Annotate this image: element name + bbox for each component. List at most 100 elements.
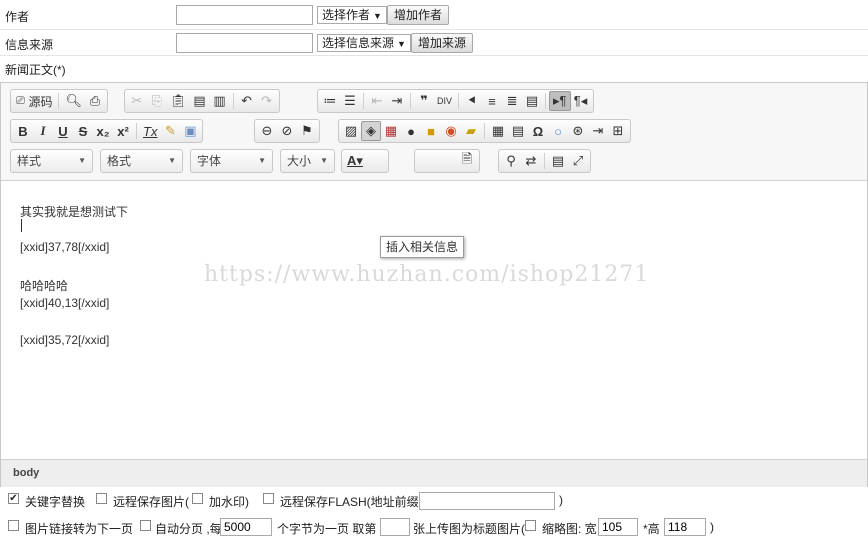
undo-icon[interactable]: ↶ — [237, 91, 257, 111]
separator — [136, 123, 137, 139]
subscript-icon[interactable]: x₂ — [93, 121, 113, 141]
align-left-icon[interactable]: ⯇ — [462, 91, 482, 111]
end-paren-text: ) — [710, 520, 714, 534]
align-justify-icon[interactable]: ▤ — [522, 91, 542, 111]
replace-icon[interactable]: ⇄ — [521, 151, 541, 171]
bulleted-list-icon[interactable]: ☰ — [340, 91, 360, 111]
separator — [545, 93, 547, 109]
text-color-icon[interactable]: A▾ — [344, 151, 366, 171]
element-path-bar: body — [1, 459, 867, 487]
flash-icon[interactable]: ● — [401, 121, 421, 141]
add-author-button[interactable]: 增加作者 — [387, 5, 450, 25]
remove-format-icon[interactable]: Tx — [140, 121, 160, 141]
outdent-icon[interactable]: ⇤ — [367, 91, 387, 111]
code-icon[interactable]: ⊞ — [608, 121, 628, 141]
remote-image-checkbox[interactable] — [96, 493, 107, 504]
remote-image-label: 远程保存图片( — [113, 495, 189, 509]
image-icon[interactable]: ▨ — [341, 121, 361, 141]
source-input[interactable] — [176, 33, 313, 53]
preview-icon[interactable]: 🔍︎ — [62, 91, 85, 111]
div-container-icon[interactable]: DIV — [434, 91, 455, 111]
add-source-button[interactable]: 增加来源 — [411, 33, 474, 53]
insert-related-info-icon[interactable]: ◈ — [361, 121, 381, 141]
italic-icon[interactable]: I — [33, 121, 53, 141]
maximize-mode-icon[interactable] — [417, 151, 437, 171]
source-select[interactable]: 选择信息来源 ▼ — [317, 34, 411, 52]
form-icon[interactable]: ▦ — [381, 121, 401, 141]
redo-icon[interactable]: ↷ — [257, 91, 277, 111]
align-right-icon[interactable]: ≣ — [502, 91, 522, 111]
align-center-icon[interactable]: ≡ — [482, 91, 502, 111]
chevron-down-icon: ▼ — [258, 156, 266, 165]
size-combo-label: 大小 — [287, 154, 312, 168]
link-next-page-label: 图片链接转为下一页 — [25, 522, 134, 536]
underline-icon[interactable]: U — [53, 121, 73, 141]
format-combo[interactable]: 格式 ▼ — [100, 149, 183, 173]
page-break-icon[interactable]: ⇥ — [588, 121, 608, 141]
paste-text-icon[interactable]: ▤ — [190, 91, 210, 111]
auto-page-checkbox[interactable] — [140, 520, 151, 531]
editor-content-area[interactable]: 其实我就是想测试下 [xxid]37,78[/xxid] 哈哈哈哈 [xxid]… — [1, 182, 867, 459]
templates-icon[interactable]: 🗎︎ — [457, 151, 477, 171]
author-select-value: 选择作者 — [322, 8, 371, 22]
content-line: [xxid]35,72[/xxid] — [20, 333, 110, 347]
smiley-icon[interactable]: ○ — [548, 121, 568, 141]
author-select[interactable]: 选择作者 ▼ — [317, 6, 387, 24]
source-select-value: 选择信息来源 — [322, 36, 395, 50]
remote-flash-checkbox[interactable] — [263, 493, 274, 504]
browser-icon[interactable]: ◉ — [441, 121, 461, 141]
media-icon[interactable]: ■ — [421, 121, 441, 141]
separator — [410, 93, 411, 109]
watermark-checkbox[interactable] — [192, 493, 203, 504]
link-next-page-checkbox[interactable] — [8, 520, 19, 531]
font-combo[interactable]: 字体 ▼ — [190, 149, 273, 173]
link-icon[interactable]: ⊖ — [257, 121, 277, 141]
element-path-body[interactable]: body — [13, 467, 39, 479]
thumbnail-checkbox[interactable] — [525, 520, 536, 531]
copy-icon[interactable]: ⎘ — [147, 91, 167, 111]
separator — [458, 93, 460, 109]
format-painter-icon[interactable]: ✎ — [160, 121, 180, 141]
ltr-direction-icon[interactable]: ▸¶ — [549, 91, 571, 111]
thumbnail-height-input[interactable] — [664, 518, 706, 536]
content-line: [xxid]37,78[/xxid] — [20, 240, 110, 254]
body-label-row: 新闻正文(*) — [0, 56, 868, 82]
page-bytes-input[interactable] — [220, 518, 272, 536]
keyword-replace-checkbox[interactable]: ✔ — [8, 493, 19, 504]
close-paren-text: ) — [559, 493, 563, 507]
cut-icon[interactable]: ✂ — [127, 91, 147, 111]
flash-prefix-input[interactable] — [419, 492, 555, 510]
content-line: 其实我就是想测试下 — [20, 205, 129, 219]
bg-color-icon[interactable] — [366, 151, 386, 171]
find-icon[interactable]: ⚲ — [501, 151, 521, 171]
bytes-text: 个字节为一页 取第 — [277, 522, 377, 536]
styles-combo[interactable]: 样式 ▼ — [10, 149, 93, 173]
table-icon[interactable]: ▦ — [488, 121, 508, 141]
maximize-icon[interactable]: ⤢ — [568, 151, 588, 171]
blockquote-icon[interactable]: ❞ — [414, 91, 434, 111]
superscript-icon[interactable]: x² — [113, 121, 133, 141]
bold-icon[interactable]: B — [13, 121, 33, 141]
strikethrough-icon[interactable]: S — [73, 121, 93, 141]
auto-format-icon[interactable]: ▣ — [180, 121, 200, 141]
thumbnail-width-input[interactable] — [598, 518, 638, 536]
print-icon[interactable]: ⎙ — [85, 91, 105, 111]
anchor-icon[interactable]: ⚑ — [297, 121, 317, 141]
paste-icon[interactable]: 📋︎ — [167, 91, 190, 111]
nth-image-input[interactable] — [380, 518, 410, 536]
source-button[interactable]: ⎚ 源码 — [13, 91, 55, 111]
size-combo[interactable]: 大小 ▼ — [280, 149, 335, 173]
paste-word-icon[interactable]: ▥ — [210, 91, 230, 111]
help-icon[interactable]: ⊛ — [568, 121, 588, 141]
attachment-icon[interactable]: ▰ — [461, 121, 481, 141]
author-input[interactable] — [176, 5, 313, 25]
body-label: 新闻正文(*) — [5, 63, 66, 77]
special-char-icon[interactable]: Ω — [528, 121, 548, 141]
horizontal-rule-icon[interactable]: ▤ — [508, 121, 528, 141]
show-blocks-icon[interactable] — [437, 151, 457, 171]
rtl-direction-icon[interactable]: ¶◂ — [571, 91, 591, 111]
select-all-icon[interactable]: ▤ — [548, 151, 568, 171]
indent-icon[interactable]: ⇥ — [387, 91, 407, 111]
unlink-icon[interactable]: ⊘ — [277, 121, 297, 141]
numbered-list-icon[interactable]: ≔ — [320, 91, 340, 111]
